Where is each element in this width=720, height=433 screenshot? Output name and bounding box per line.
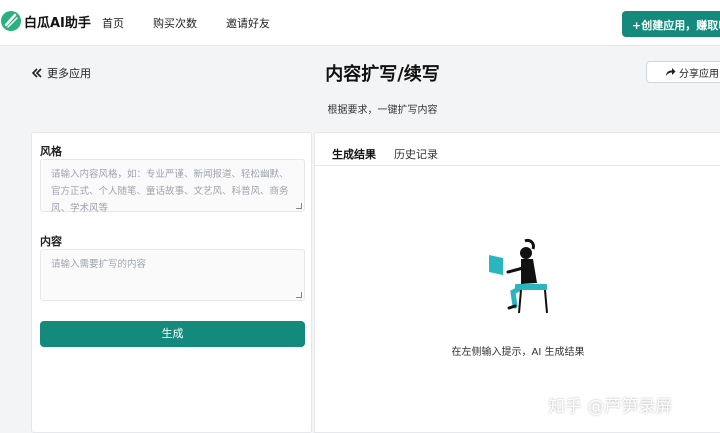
top-navigation-bar: 白瓜AI助手 首页 购买次数 邀请好友 +创建应用，赚取收 xyxy=(0,0,720,46)
tab-history[interactable]: 历史记录 xyxy=(394,146,438,162)
brand-logo-icon xyxy=(1,11,21,31)
nav-item-home[interactable]: 首页 xyxy=(102,15,124,31)
resize-handle-icon[interactable] xyxy=(296,203,302,209)
brand-name: 白瓜AI助手 xyxy=(24,15,91,31)
resize-handle-icon[interactable] xyxy=(296,292,302,298)
results-tab-bar: 生成结果 历史记录 xyxy=(315,133,720,166)
style-input[interactable]: 请输入内容风格，如：专业严谨、新闻报道、轻松幽默、官方正式、个人随笔、童话故事、… xyxy=(40,159,305,214)
generate-button[interactable]: 生成 xyxy=(40,321,305,347)
style-field-label: 风格 xyxy=(40,145,62,158)
input-form-panel: 风格 请输入内容风格，如：专业严谨、新闻报道、轻松幽默、官方正式、个人随笔、童话… xyxy=(31,132,312,433)
watermark: 知乎 @芦笋录屏 xyxy=(548,397,673,417)
tab-generated-results[interactable]: 生成结果 xyxy=(332,146,376,162)
results-panel: 生成结果 历史记录 在左侧输入提示，AI 生成结果 xyxy=(314,132,720,433)
share-arrow-icon xyxy=(666,68,676,76)
content-field-label: 内容 xyxy=(40,235,62,248)
empty-state-text: 在左侧输入提示，AI 生成结果 xyxy=(451,347,585,358)
page-title: 内容扩写/续写 xyxy=(325,64,440,85)
content-input[interactable]: 请输入需要扩写的内容 xyxy=(40,249,305,301)
content-input-placeholder: 请输入需要扩写的内容 xyxy=(51,259,147,270)
create-app-button[interactable]: +创建应用，赚取收 xyxy=(622,11,720,37)
page-subtitle: 根据要求，一键扩写内容 xyxy=(327,105,438,116)
brand-logo[interactable]: 白瓜AI助手 xyxy=(0,10,91,32)
style-input-placeholder: 请输入内容风格，如：专业严谨、新闻报道、轻松幽默、官方正式、个人随笔、童话故事、… xyxy=(51,169,289,214)
nav-item-invite-friends[interactable]: 邀请好友 xyxy=(226,15,270,31)
nav-item-buy-credits[interactable]: 购买次数 xyxy=(153,15,197,31)
share-app-label: 分享应用 xyxy=(679,68,719,80)
share-app-button[interactable]: 分享应用 xyxy=(646,61,720,83)
person-at-computer-illustration xyxy=(489,239,548,314)
